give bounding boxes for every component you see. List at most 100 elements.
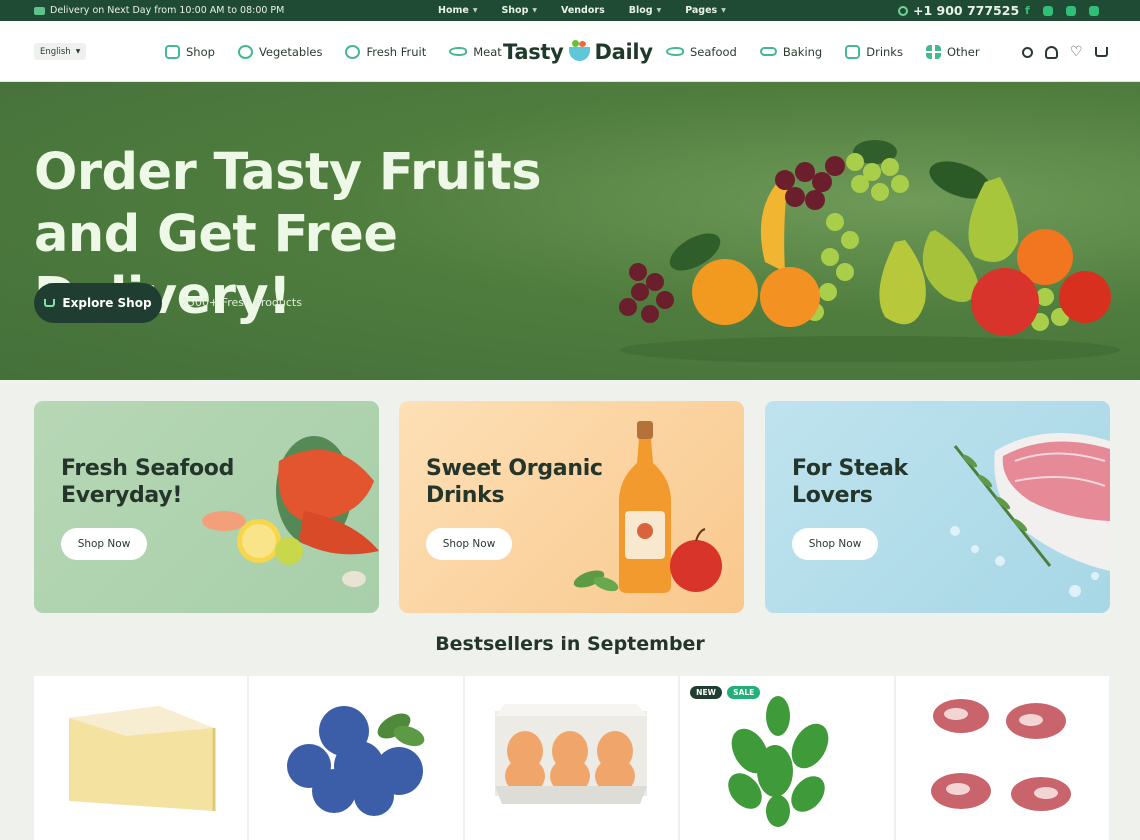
nav-item-other[interactable]: Other <box>925 44 980 59</box>
nav-item-meat[interactable]: Meat <box>449 45 502 59</box>
blueberries-image <box>287 706 425 816</box>
product-card-cheese[interactable] <box>34 676 248 840</box>
top-nav-home[interactable]: Home ▼ <box>438 5 477 16</box>
nav-item-fresh-fruit[interactable]: Fresh Fruit <box>345 44 427 59</box>
nav-item-baking[interactable]: Baking <box>759 44 823 59</box>
main-header: English ▼ Shop Vegetables Fresh Fruit Me… <box>0 21 1140 82</box>
logo-text-right: Daily <box>594 40 654 64</box>
chevron-down-icon: ▼ <box>75 48 81 55</box>
promo-drinks-title-line1: Sweet Organic <box>426 456 603 481</box>
chat-icon[interactable] <box>1065 5 1076 16</box>
shop-now-button[interactable]: Shop Now <box>792 528 878 560</box>
chevron-down-icon: ▼ <box>656 7 662 14</box>
fresh-products-count: 2500+ Fresh Products <box>181 296 302 309</box>
nav-item-drinks[interactable]: Drinks <box>845 44 903 59</box>
mail-icon[interactable] <box>1088 5 1099 16</box>
top-nav-blog-label: Blog <box>628 5 653 16</box>
truck-icon <box>34 6 45 15</box>
nav-item-meat-label: Meat <box>473 44 502 59</box>
language-selector[interactable]: English ▼ <box>34 43 87 60</box>
product-card-blueberries[interactable] <box>249 676 463 840</box>
cart-icon <box>44 299 56 307</box>
nav-item-shop-label: Shop <box>186 44 215 59</box>
category-nav-right: Seafood Baking Drinks Other <box>666 21 980 82</box>
fruit-icon <box>345 44 361 59</box>
nav-item-fresh-fruit-label: Fresh Fruit <box>366 44 427 59</box>
seafood-icon <box>666 47 684 56</box>
promo-steak-title-line1: For Steak <box>792 456 908 481</box>
social-links: f <box>1025 0 1099 21</box>
cheese-image <box>69 706 216 811</box>
logo-text-left: Tasty <box>503 40 564 64</box>
bestsellers-title: Bestsellers in September <box>435 633 705 655</box>
drinks-icon <box>845 44 861 59</box>
heart-icon[interactable]: ♡ <box>1070 45 1083 59</box>
support-icon <box>898 5 908 16</box>
meat-icon <box>449 47 468 56</box>
nav-item-vegetables[interactable]: Vegetables <box>237 44 323 59</box>
user-icon[interactable] <box>1045 45 1058 59</box>
top-nav-shop[interactable]: Shop ▼ <box>501 5 537 16</box>
language-label: English <box>40 46 71 57</box>
promo-steak-title-line2: Lovers <box>792 483 873 508</box>
product-card-meat[interactable] <box>895 676 1109 840</box>
top-nav-pages[interactable]: Pages ▼ <box>685 5 726 16</box>
nav-item-seafood-label: Seafood <box>690 44 737 59</box>
nav-item-seafood[interactable]: Seafood <box>666 45 737 59</box>
top-nav-home-label: Home <box>438 5 469 16</box>
promo-drinks-title: Sweet Organic Drinks <box>426 455 626 509</box>
phone-link[interactable]: +1 900 777525 <box>898 0 1019 21</box>
cart-icon[interactable] <box>1094 47 1108 57</box>
phone-number: +1 900 777525 <box>913 3 1020 18</box>
shop-icon <box>165 44 180 59</box>
facebook-icon[interactable]: f <box>1025 5 1030 16</box>
instagram-icon[interactable] <box>1042 5 1053 16</box>
top-nav: Home ▼ Shop ▼ Vendors Blog ▼ Pages ▼ <box>438 0 726 21</box>
promo-seafood-title: Fresh Seafood Everyday! <box>61 455 261 509</box>
category-nav-left: Shop Vegetables Fresh Fruit Meat <box>165 21 502 82</box>
eggs-image <box>494 704 647 804</box>
delivery-info: Delivery on Next Day from 10:00 AM to 08… <box>34 0 284 21</box>
mint-image <box>728 696 829 827</box>
product-card-eggs[interactable] <box>464 676 679 840</box>
baking-icon <box>759 47 777 56</box>
shop-now-button[interactable]: Shop Now <box>61 528 147 560</box>
header-actions: ♡ <box>1022 43 1108 61</box>
nav-item-drinks-label: Drinks <box>866 44 903 59</box>
hero-banner: Order Tasty Fruits and Get Free Delivery… <box>0 82 1140 380</box>
nav-item-shop[interactable]: Shop <box>165 44 215 59</box>
nav-item-other-label: Other <box>946 44 980 59</box>
promo-drinks-title-line2: Drinks <box>426 483 505 508</box>
top-nav-vendors[interactable]: Vendors <box>561 5 605 16</box>
hero-title-line1: Order Tasty Fruits <box>34 143 542 202</box>
explore-shop-label: Explore Shop <box>62 296 152 310</box>
bowl-icon <box>568 40 590 61</box>
fruit-pile-image <box>619 140 1120 362</box>
chevron-down-icon: ▼ <box>532 7 538 14</box>
top-nav-vendors-label: Vendors <box>561 5 605 16</box>
nav-item-vegetables-label: Vegetables <box>258 44 323 59</box>
top-bar: Delivery on Next Day from 10:00 AM to 08… <box>0 0 1140 21</box>
explore-shop-button[interactable]: Explore Shop <box>34 283 162 323</box>
delivery-text: Delivery on Next Day from 10:00 AM to 08… <box>50 5 285 16</box>
grid-icon <box>925 44 941 59</box>
top-nav-blog[interactable]: Blog ▼ <box>629 5 661 16</box>
promo-steak-title: For Steak Lovers <box>792 455 992 509</box>
search-icon[interactable] <box>1022 46 1033 58</box>
promo-card-drinks[interactable]: Sweet Organic Drinks Shop Now <box>399 401 744 613</box>
chevron-down-icon: ▼ <box>721 7 726 14</box>
top-nav-pages-label: Pages <box>685 5 718 16</box>
promo-card-seafood[interactable]: Fresh Seafood Everyday! Shop Now <box>34 401 379 613</box>
site-logo[interactable]: Tasty Daily <box>503 37 653 67</box>
shop-now-button[interactable]: Shop Now <box>426 528 512 560</box>
nav-item-baking-label: Baking <box>782 44 823 59</box>
top-nav-shop-label: Shop <box>501 5 529 16</box>
meat-image <box>930 699 1071 811</box>
vegetables-icon <box>237 44 253 59</box>
bestsellers-list: NEW SALE <box>34 676 1109 840</box>
promo-card-steak[interactable]: For Steak Lovers Shop Now <box>765 401 1110 613</box>
product-card-mint[interactable]: NEW SALE <box>680 676 894 840</box>
promo-seafood-title-line1: Fresh Seafood <box>61 456 235 481</box>
promo-seafood-title-line2: Everyday! <box>61 483 183 508</box>
chevron-down-icon: ▼ <box>472 7 478 14</box>
